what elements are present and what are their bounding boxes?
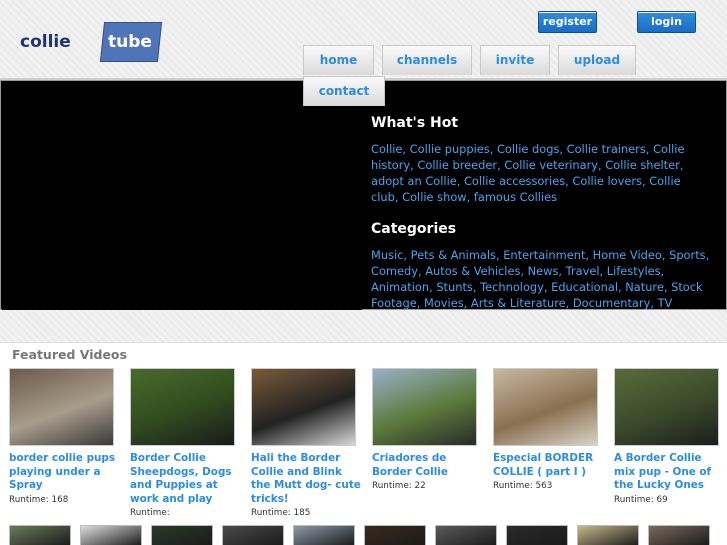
video-thumbnail[interactable] [614, 368, 719, 446]
whats-hot-heading: What's Hot [371, 115, 459, 131]
video-thumbnail[interactable] [372, 368, 477, 446]
tab-invite[interactable]: invite [480, 45, 550, 75]
tab-contact[interactable]: contact [303, 76, 385, 106]
video-thumbnail[interactable] [130, 368, 235, 446]
featured-video-card[interactable]: A Border Collie mix pup - One of the Luc… [614, 368, 724, 505]
tab-upload[interactable]: upload [558, 45, 636, 75]
video-thumbnail[interactable] [293, 525, 355, 545]
video-runtime: Runtime: 69 [614, 494, 668, 505]
featured-video-card[interactable]: Criadores de Border Collie Runtime: 22 [372, 368, 482, 491]
register-button[interactable]: register [538, 11, 597, 33]
video-thumbnail[interactable] [9, 368, 114, 446]
video-thumbnail[interactable] [435, 525, 497, 545]
video-thumbnail[interactable] [222, 525, 284, 545]
login-button[interactable]: login [637, 11, 696, 33]
logo-text-collie: collie [20, 32, 71, 52]
video-runtime: Runtime: 168 [9, 494, 69, 505]
video-runtime: Runtime: 563 [493, 481, 553, 492]
video-title-link[interactable]: Especial BORDER COLLIE ( part I ) [493, 452, 603, 479]
video-thumbnail[interactable] [364, 525, 426, 545]
video-thumbnail[interactable] [80, 525, 142, 545]
collietube-logo[interactable]: collie tube [20, 22, 180, 64]
video-thumbnail[interactable] [151, 525, 213, 545]
video-thumbnail[interactable] [577, 525, 639, 545]
tab-home[interactable]: home [303, 45, 374, 75]
video-title-link[interactable]: border collie pups playing under a Spray [9, 452, 119, 493]
featured-video-card[interactable]: border collie pups playing under a Spray… [9, 368, 119, 505]
tab-channels[interactable]: channels [382, 45, 472, 75]
categories-links[interactable]: Music, Pets & Animals, Entertainment, Ho… [371, 247, 711, 311]
logo-text-tube: tube [108, 32, 152, 52]
video-title-link[interactable]: Criadores de Border Collie [372, 452, 482, 479]
video-runtime: Runtime: 185 [251, 508, 311, 519]
featured-videos-heading: Featured Videos [12, 347, 127, 362]
video-thumbnail[interactable] [251, 368, 356, 446]
video-thumbnail[interactable] [9, 525, 71, 545]
featured-video-card[interactable]: Hali the Border Collie and Blink the Mut… [251, 368, 361, 518]
featured-video-card[interactable]: Border Collie Sheepdogs, Dogs and Puppie… [130, 368, 240, 518]
video-title-link[interactable]: Border Collie Sheepdogs, Dogs and Puppie… [130, 452, 240, 506]
video-title-link[interactable]: A Border Collie mix pup - One of the Luc… [614, 452, 724, 493]
video-runtime: Runtime: [130, 508, 170, 519]
whats-hot-links[interactable]: Collie, Collie puppies, Collie dogs, Col… [371, 141, 711, 205]
video-title-link[interactable]: Hali the Border Collie and Blink the Mut… [251, 452, 361, 506]
categories-heading: Categories [371, 221, 457, 237]
hero-video-player[interactable] [2, 82, 362, 310]
featured-video-card[interactable]: Especial BORDER COLLIE ( part I ) Runtime… [493, 368, 603, 491]
video-runtime: Runtime: 22 [372, 481, 426, 492]
video-thumbnail[interactable] [648, 525, 710, 545]
video-thumbnail[interactable] [506, 525, 568, 545]
video-thumbnail[interactable] [493, 368, 598, 446]
